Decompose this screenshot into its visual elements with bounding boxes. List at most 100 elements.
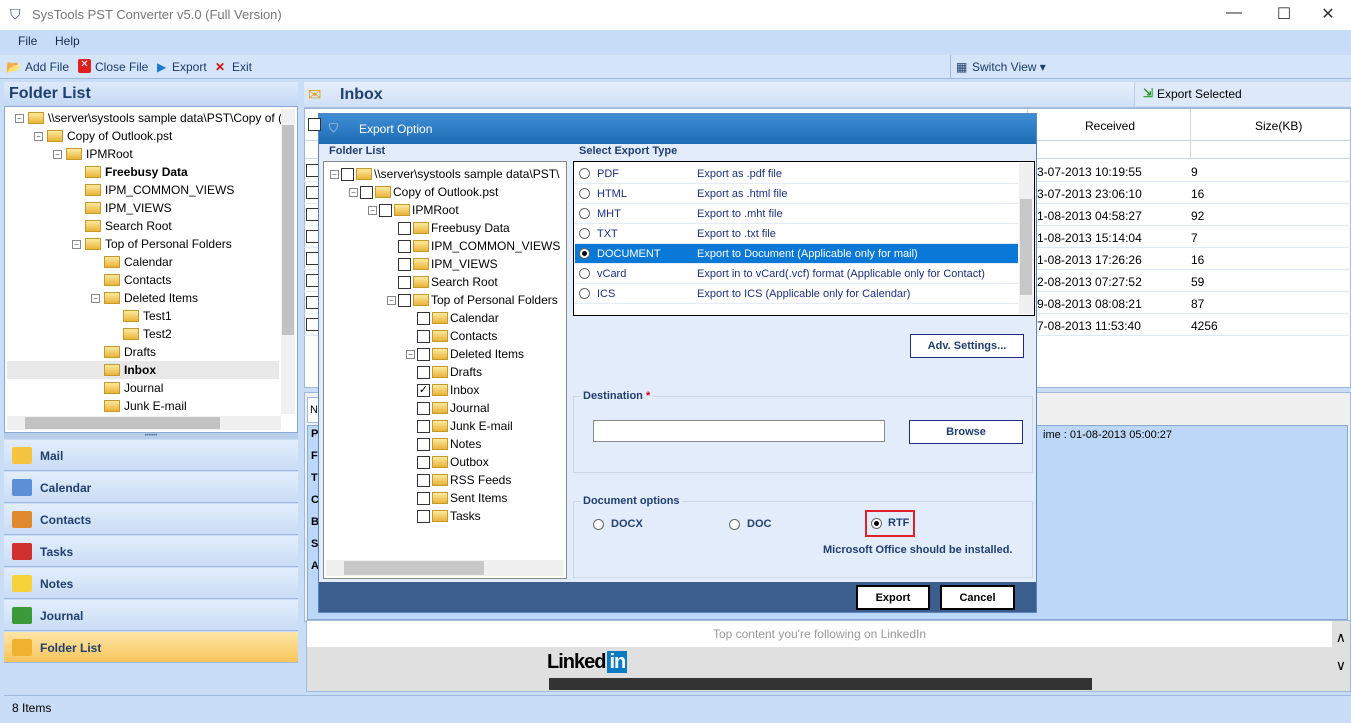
folder-checkbox[interactable] [417, 311, 430, 325]
export-type-pdf[interactable]: PDF Export as .pdf file [575, 164, 1018, 184]
folder-checkbox[interactable] [398, 221, 411, 235]
collapse-icon[interactable]: − [387, 295, 396, 305]
nav-notes[interactable]: Notes [4, 568, 298, 599]
dialog-tree-item[interactable]: Outbox [406, 453, 489, 471]
scroll-up-icon[interactable]: ∧ [1336, 629, 1346, 646]
dialog-tree-item[interactable]: Contacts [406, 327, 497, 345]
select-all-checkbox[interactable] [308, 118, 321, 131]
folder-checkbox[interactable] [417, 491, 430, 505]
export-type-radio[interactable] [579, 168, 590, 179]
collapse-icon[interactable]: − [91, 293, 100, 303]
adv-settings-button[interactable]: Adv. Settings... [910, 334, 1024, 358]
folder-checkbox[interactable] [417, 419, 430, 433]
dialog-tree-item[interactable]: Junk E-mail [406, 417, 513, 435]
folder-tree-item[interactable]: − IPMRoot [53, 145, 133, 163]
dialog-tree-item[interactable]: Freebusy Data [387, 219, 510, 237]
dialog-tree-hscrollbar[interactable] [326, 560, 564, 576]
tree-hscrollbar[interactable] [7, 416, 281, 430]
nav-mail[interactable]: Mail [4, 440, 298, 471]
folder-tree-item[interactable]: Calendar [91, 253, 173, 271]
col-size[interactable]: Size(KB) [1255, 119, 1302, 133]
export-type-mht[interactable]: MHT Export to .mht file [575, 204, 1018, 224]
dialog-tree-item[interactable]: Tasks [406, 507, 481, 525]
folder-tree-item[interactable]: − Copy of Outlook.pst [34, 127, 172, 145]
folder-tree-item[interactable]: Inbox [7, 361, 279, 379]
dialog-tree-item[interactable]: Drafts [406, 363, 482, 381]
export-type-document[interactable]: DOCUMENT Export to Document (Applicable o… [575, 244, 1018, 264]
scroll-down-icon[interactable]: ∨ [1336, 657, 1346, 674]
folder-tree-item[interactable]: − \\server\systools sample data\PST\Copy … [15, 109, 282, 127]
folder-checkbox[interactable] [417, 509, 430, 523]
folder-tree-item[interactable]: − Top of Personal Folders [72, 235, 232, 253]
export-type-html[interactable]: HTML Export as .html file [575, 184, 1018, 204]
maximize-button[interactable]: ☐ [1264, 4, 1304, 24]
nav-folder-list[interactable]: Folder List [4, 632, 298, 663]
folder-tree-item[interactable]: Test2 [110, 325, 172, 343]
nav-calendar[interactable]: Calendar [4, 472, 298, 503]
folder-checkbox[interactable] [417, 347, 430, 361]
add-file-button[interactable]: Add File [25, 60, 69, 74]
docx-radio[interactable] [593, 519, 604, 530]
folder-tree-item[interactable]: Junk E-mail [91, 397, 187, 415]
dialog-tree-item[interactable]: − Copy of Outlook.pst [349, 183, 498, 201]
menu-help[interactable]: Help [55, 34, 80, 48]
folder-checkbox[interactable] [341, 167, 354, 181]
dialog-tree-item[interactable]: Search Root [387, 273, 498, 291]
collapse-icon[interactable]: − [349, 187, 358, 197]
folder-checkbox[interactable] [417, 365, 430, 379]
collapse-icon[interactable]: − [34, 131, 43, 141]
menu-file[interactable]: File [18, 34, 37, 48]
doc-radio[interactable] [729, 519, 740, 530]
export-type-radio[interactable] [579, 268, 590, 279]
folder-checkbox[interactable] [398, 275, 411, 289]
dialog-tree-item[interactable]: ✓ Inbox [406, 381, 479, 399]
dialog-tree-item[interactable]: RSS Feeds [406, 471, 511, 489]
folder-tree-item[interactable]: − Deleted Items [91, 289, 198, 307]
folder-tree-item[interactable]: IPM_VIEWS [72, 199, 172, 217]
docx-option[interactable]: DOCX [591, 516, 671, 534]
dialog-tree-item[interactable]: Notes [406, 435, 481, 453]
folder-checkbox[interactable] [398, 293, 411, 307]
folder-tree-item[interactable]: Freebusy Data [72, 163, 188, 181]
folder-checkbox[interactable] [360, 185, 373, 199]
export-type-radio[interactable] [579, 248, 590, 259]
export-type-scrollbar[interactable] [1019, 163, 1033, 314]
rtf-option[interactable]: RTF [865, 510, 915, 537]
export-type-radio[interactable] [579, 288, 590, 299]
col-received[interactable]: Received [1085, 119, 1135, 133]
collapse-icon[interactable]: − [406, 349, 415, 359]
dialog-tree-item[interactable]: IPM_COMMON_VIEWS [387, 237, 560, 255]
export-type-vcard[interactable]: vCard Export in to vCard(.vcf) format (Ap… [575, 264, 1018, 284]
close-file-button[interactable]: Close File [95, 60, 148, 74]
nav-contacts[interactable]: Contacts [4, 504, 298, 535]
folder-checkbox[interactable] [379, 203, 392, 217]
nav-journal[interactable]: Journal [4, 600, 298, 631]
dialog-tree-item[interactable]: − \\server\systools sample data\PST\ [330, 165, 559, 183]
collapse-icon[interactable]: − [330, 169, 339, 179]
minimize-button[interactable]: — [1214, 4, 1254, 22]
folder-checkbox[interactable] [398, 239, 411, 253]
folder-checkbox[interactable]: ✓ [417, 383, 430, 397]
folder-checkbox[interactable] [417, 437, 430, 451]
collapse-icon[interactable]: − [72, 239, 81, 249]
export-type-radio[interactable] [579, 208, 590, 219]
switch-view-button[interactable]: Switch View ▾ [972, 60, 1046, 74]
dialog-tree-item[interactable]: − IPMRoot [368, 201, 459, 219]
dialog-tree-item[interactable]: Calendar [406, 309, 499, 327]
splitter-handle[interactable]: •••••• [4, 433, 298, 439]
destination-input[interactable] [593, 420, 885, 442]
rtf-radio[interactable] [871, 518, 882, 529]
tree-vscrollbar[interactable] [281, 109, 295, 414]
dialog-tree-item[interactable]: − Top of Personal Folders [387, 291, 558, 309]
folder-tree-item[interactable]: Journal [91, 379, 163, 397]
browse-button[interactable]: Browse [909, 420, 1023, 444]
folder-tree-item[interactable]: Contacts [91, 271, 171, 289]
doc-option[interactable]: DOC [727, 516, 807, 534]
export-selected-button[interactable]: ⇲ Export Selected [1134, 82, 1351, 106]
export-type-ics[interactable]: ICS Export to ICS (Applicable only for Ca… [575, 284, 1018, 304]
folder-checkbox[interactable] [417, 473, 430, 487]
folder-checkbox[interactable] [417, 401, 430, 415]
scroll-thumb[interactable] [282, 125, 294, 335]
dialog-cancel-button[interactable]: Cancel [940, 585, 1015, 610]
collapse-icon[interactable]: − [368, 205, 377, 215]
